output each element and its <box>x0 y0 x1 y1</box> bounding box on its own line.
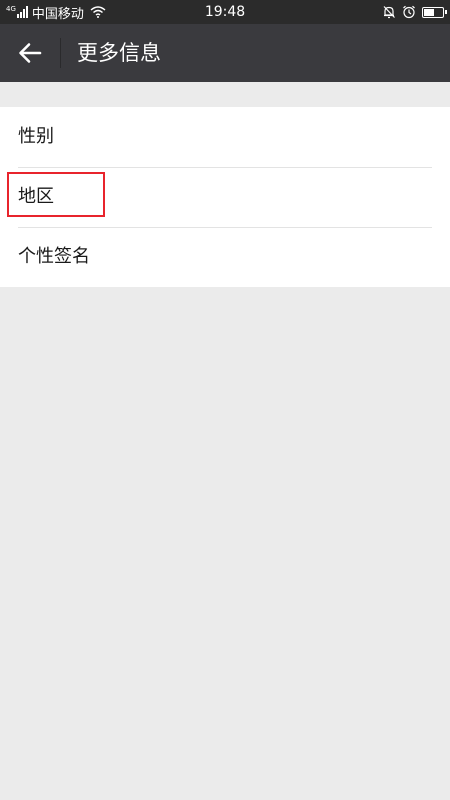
back-arrow-icon <box>18 42 42 64</box>
back-button[interactable] <box>0 24 60 82</box>
list-item-label: 个性签名 <box>18 246 90 267</box>
status-bar: 4G 中国移动 19:48 <box>0 0 450 24</box>
title-divider <box>60 38 61 68</box>
list-item-label: 性别 <box>18 126 54 147</box>
alarm-muted-icon <box>382 5 396 19</box>
page-title: 更多信息 <box>77 41 161 65</box>
list-item-gender[interactable]: 性别 <box>0 107 450 167</box>
alarm-clock-icon <box>402 5 416 19</box>
battery-icon <box>422 6 447 18</box>
title-bar: 更多信息 <box>0 24 450 82</box>
list-item-signature[interactable]: 个性签名 <box>0 227 450 287</box>
screen: 4G 中国移动 19:48 更多信息 性别 地区 个性签名 <box>0 0 450 800</box>
highlight-box <box>7 172 105 217</box>
status-right <box>376 0 447 24</box>
